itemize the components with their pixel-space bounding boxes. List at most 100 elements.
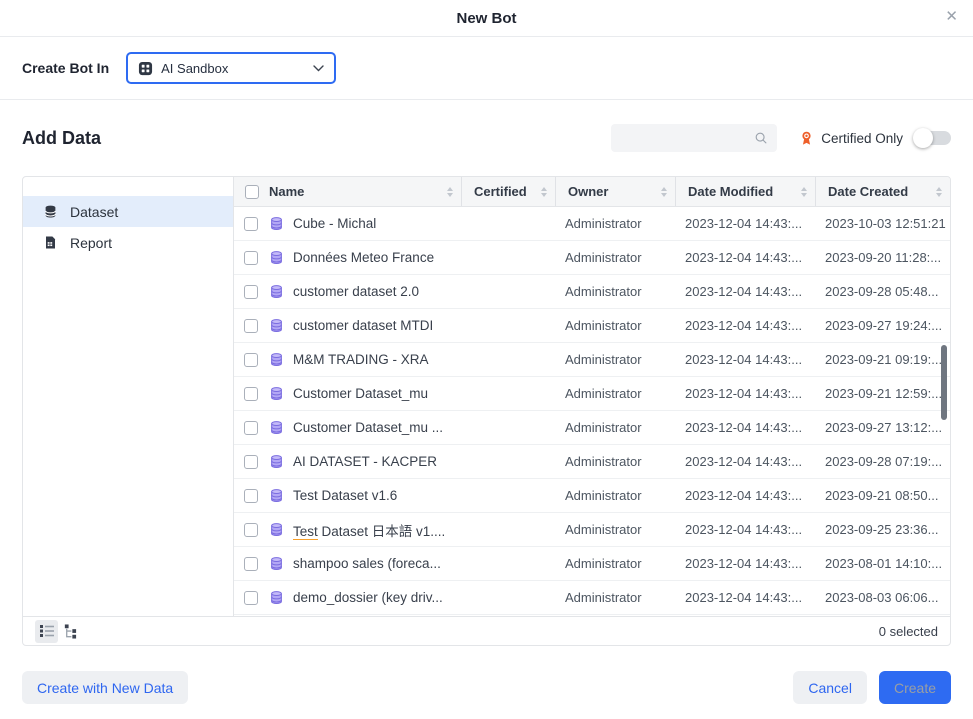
row-name: customer dataset 2.0	[293, 284, 419, 299]
sidebar-item-dataset[interactable]: Dataset	[23, 196, 233, 227]
sidebar-item-report[interactable]: Report	[23, 227, 233, 258]
row-date-created: 2023-09-20 11:28:...	[815, 250, 950, 265]
table-row[interactable]: Cube - Michal Administrator 2023-12-04 1…	[234, 207, 950, 241]
sort-icon[interactable]	[447, 187, 453, 197]
row-name: Données Meteo France	[293, 250, 434, 265]
row-checkbox[interactable]	[244, 557, 258, 571]
row-name: Test Dataset 日本語 v1....	[293, 520, 445, 540]
certified-only-label: Certified Only	[821, 131, 903, 146]
dataset-icon	[269, 420, 284, 435]
table-row[interactable]: Test Dataset 日本語 v1.... Administrator 20…	[234, 513, 950, 547]
type-sidebar: Dataset Report	[23, 177, 234, 616]
dataset-icon	[269, 318, 284, 333]
chevron-down-icon	[313, 65, 324, 72]
row-name-rest: customer dataset 2.0	[293, 284, 419, 299]
row-owner: Administrator	[555, 386, 675, 401]
row-name-highlight: Test	[293, 524, 318, 540]
row-name-rest: M&M TRADING - XRA	[293, 352, 429, 367]
row-owner: Administrator	[555, 216, 675, 231]
column-header-date-modified[interactable]: Date Modified	[675, 177, 815, 206]
row-owner: Administrator	[555, 352, 675, 367]
dataset-icon	[269, 284, 284, 299]
column-header-certified[interactable]: Certified	[461, 177, 555, 206]
add-data-title: Add Data	[22, 128, 101, 149]
table-row[interactable]: Customer Dataset_mu Administrator 2023-1…	[234, 377, 950, 411]
data-picker: Dataset Report	[22, 176, 951, 646]
dataset-icon	[269, 352, 284, 367]
selected-count: 0 selected	[879, 624, 938, 639]
row-name-rest: Cube - Michal	[293, 216, 376, 231]
sort-icon[interactable]	[661, 187, 667, 197]
datasets-table: Name Certified Owner Date Modified Date …	[234, 177, 950, 616]
row-date-modified: 2023-12-04 14:43:...	[675, 590, 815, 605]
column-header-owner[interactable]: Owner	[555, 177, 675, 206]
table-row[interactable]: demo_dossier (key driv... Administrator …	[234, 581, 950, 615]
select-all-checkbox[interactable]	[245, 185, 259, 199]
create-button[interactable]: Create	[879, 671, 951, 704]
search-box[interactable]	[611, 124, 777, 152]
destination-dropdown[interactable]: AI Sandbox	[126, 52, 336, 84]
row-owner: Administrator	[555, 318, 675, 333]
create-bot-in-section: Create Bot In AI Sandbox	[0, 37, 973, 100]
row-checkbox[interactable]	[244, 319, 258, 333]
row-name-rest: Données Meteo France	[293, 250, 434, 265]
row-checkbox[interactable]	[244, 387, 258, 401]
cancel-button[interactable]: Cancel	[793, 671, 867, 704]
table-row[interactable]: M&M TRADING - XRA Administrator 2023-12-…	[234, 343, 950, 377]
row-date-modified: 2023-12-04 14:43:...	[675, 352, 815, 367]
row-checkbox[interactable]	[244, 353, 258, 367]
table-row[interactable]: Données Meteo France Administrator 2023-…	[234, 241, 950, 275]
row-name-rest: customer dataset MTDI	[293, 318, 433, 333]
certified-only-filter: Certified Only	[799, 130, 951, 146]
row-date-created: 2023-10-03 12:51:21	[815, 216, 950, 231]
row-owner: Administrator	[555, 420, 675, 435]
destination-dropdown-value: AI Sandbox	[161, 61, 228, 76]
list-view-button[interactable]	[35, 620, 58, 643]
close-icon[interactable]: ✕	[945, 9, 958, 24]
row-name-rest: Customer Dataset_mu ...	[293, 420, 443, 435]
row-date-modified: 2023-12-04 14:43:...	[675, 386, 815, 401]
sidebar-item-label: Dataset	[70, 204, 118, 220]
row-checkbox[interactable]	[244, 591, 258, 605]
row-date-created: 2023-09-21 12:59:...	[815, 386, 950, 401]
dataset-icon	[269, 216, 284, 231]
column-header-date-created[interactable]: Date Created	[815, 177, 950, 206]
sort-icon[interactable]	[801, 187, 807, 197]
row-checkbox[interactable]	[244, 217, 258, 231]
row-checkbox[interactable]	[244, 251, 258, 265]
row-date-modified: 2023-12-04 14:43:...	[675, 454, 815, 469]
create-with-new-data-button[interactable]: Create with New Data	[22, 671, 188, 704]
table-row[interactable]: Customer Dataset_mu ... Administrator 20…	[234, 411, 950, 445]
sort-icon[interactable]	[541, 187, 547, 197]
table-row[interactable]: Test Dataset v1.6 Administrator 2023-12-…	[234, 479, 950, 513]
row-checkbox[interactable]	[244, 421, 258, 435]
dialog-actions: Create with New Data Cancel Create	[22, 671, 951, 704]
tree-view-button[interactable]	[58, 620, 81, 643]
dataset-icon	[269, 386, 284, 401]
row-date-modified: 2023-12-04 14:43:...	[675, 250, 815, 265]
row-date-modified: 2023-12-04 14:43:...	[675, 318, 815, 333]
search-icon	[754, 131, 768, 145]
picker-status-bar: 0 selected	[23, 616, 950, 645]
row-name-rest: Dataset 日本語 v1....	[318, 524, 446, 539]
row-checkbox[interactable]	[244, 285, 258, 299]
row-checkbox[interactable]	[244, 523, 258, 537]
vertical-scrollbar[interactable]	[941, 345, 947, 420]
table-row[interactable]: customer dataset 2.0 Administrator 2023-…	[234, 275, 950, 309]
create-bot-in-label: Create Bot In	[22, 60, 109, 76]
column-header-name[interactable]: Name	[267, 177, 461, 206]
table-row[interactable]: AI DATASET - KACPER Administrator 2023-1…	[234, 445, 950, 479]
tree-view-icon	[62, 624, 78, 639]
row-date-modified: 2023-12-04 14:43:...	[675, 420, 815, 435]
table-row[interactable]: shampoo sales (foreca... Administrator 2…	[234, 547, 950, 581]
toggle-knob	[913, 128, 933, 148]
table-row[interactable]: customer dataset MTDI Administrator 2023…	[234, 309, 950, 343]
row-date-created: 2023-09-21 08:50...	[815, 488, 950, 503]
dataset-icon	[269, 522, 284, 537]
row-checkbox[interactable]	[244, 489, 258, 503]
sort-icon[interactable]	[936, 187, 942, 197]
row-checkbox[interactable]	[244, 455, 258, 469]
row-date-created: 2023-08-03 06:06...	[815, 590, 950, 605]
search-input[interactable]	[620, 131, 754, 146]
certified-only-toggle[interactable]	[916, 131, 951, 145]
